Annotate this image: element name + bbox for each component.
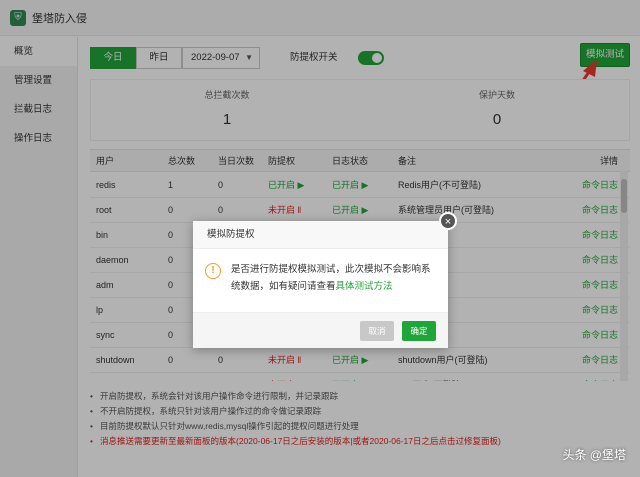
warning-icon: ! — [205, 263, 221, 279]
simulate-dialog: 模拟防提权 × ! 是否进行防提权模拟测试，此次模拟不会影响系统数据，如有疑问请… — [193, 212, 457, 348]
dialog-message-text: 是否进行防提权模拟测试，此次模拟不会影响系统数据，如有疑问请查看 — [231, 264, 431, 292]
dialog-body: ! 是否进行防提权模拟测试，此次模拟不会影响系统数据，如有疑问请查看具体测试方法 — [205, 261, 437, 295]
test-method-link[interactable]: 具体测试方法 — [336, 281, 393, 292]
dialog-footer: 取消 确定 — [193, 312, 448, 348]
close-icon[interactable]: × — [439, 212, 457, 230]
dialog-title: 模拟防提权 — [193, 221, 448, 249]
watermark: 头条 @堡塔 — [562, 448, 626, 462]
cancel-button[interactable]: 取消 — [360, 321, 394, 341]
dialog-message: 是否进行防提权模拟测试，此次模拟不会影响系统数据，如有疑问请查看具体测试方法 — [231, 261, 437, 295]
confirm-button[interactable]: 确定 — [402, 321, 436, 341]
